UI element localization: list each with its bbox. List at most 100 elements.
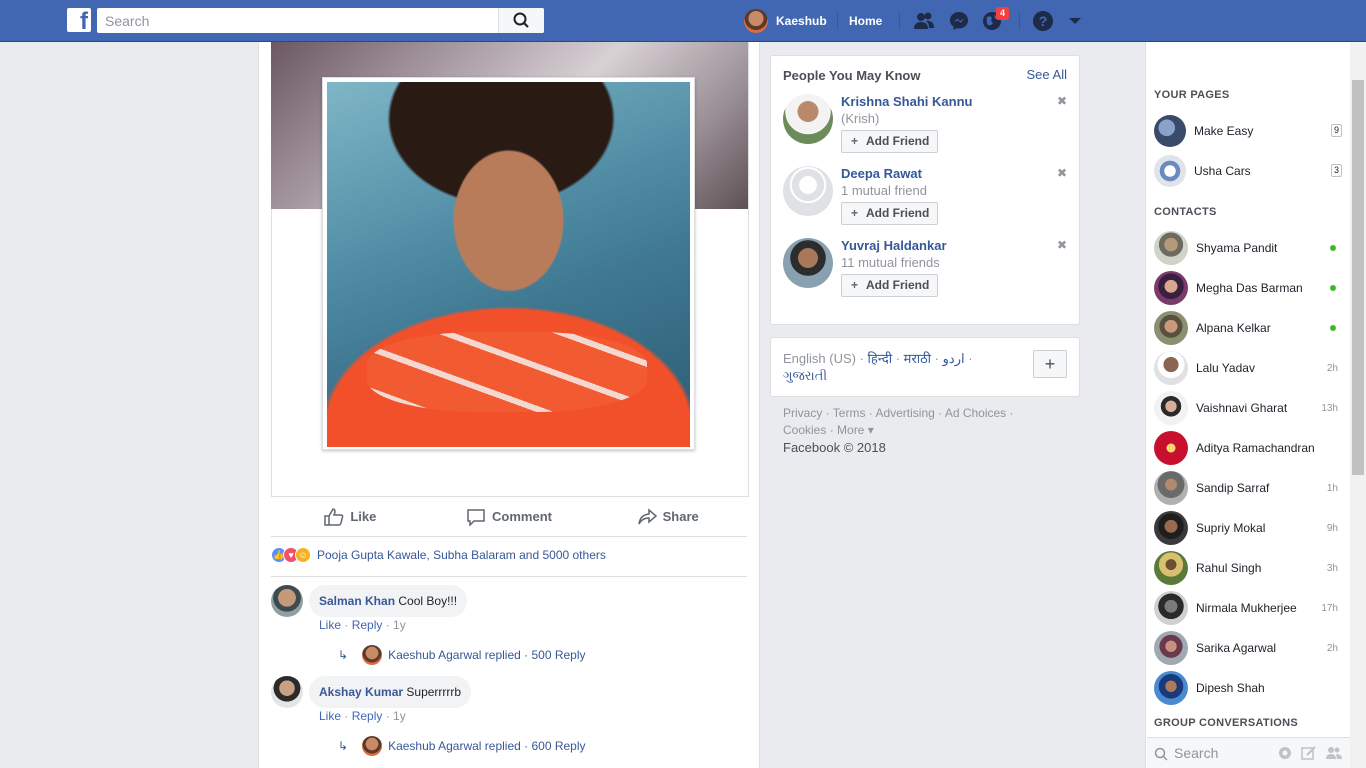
friend-requests-icon[interactable] xyxy=(913,10,935,32)
notification-badge: 4 xyxy=(996,7,1009,20)
contact-item[interactable]: Aditya Ramachandran xyxy=(1154,430,1342,466)
create-group-icon[interactable] xyxy=(1325,745,1343,761)
profile-link[interactable]: Kaeshub xyxy=(744,9,827,33)
your-pages-heading: YOUR PAGES xyxy=(1154,89,1230,101)
contact-name: Alpana Kelkar xyxy=(1196,321,1271,335)
comment-icon xyxy=(467,508,485,526)
add-friend-button[interactable]: Add Friend xyxy=(841,274,939,297)
help-icon[interactable]: ? xyxy=(1032,10,1054,32)
like-button[interactable]: Like xyxy=(271,507,430,526)
page-name: Make Easy xyxy=(1194,124,1254,138)
contact-item[interactable]: Dipesh Shah xyxy=(1154,670,1342,706)
contact-item[interactable]: Lalu Yadav 2h xyxy=(1154,350,1342,386)
language-list: English (US) · हिन्दी · मराठी · اردو · ગ… xyxy=(783,351,973,383)
account-menu-dropdown-icon[interactable] xyxy=(1064,10,1086,32)
avatar xyxy=(1154,671,1188,705)
new-message-icon[interactable] xyxy=(1301,745,1317,761)
comment-text: Cool Boy!!! xyxy=(398,594,458,608)
language-option-gujarati[interactable]: ગુજરાતી xyxy=(783,368,827,383)
avatar xyxy=(1154,631,1188,665)
comment-reply-link[interactable]: Reply xyxy=(352,709,383,723)
contact-item[interactable]: Nirmala Mukherjee 17h xyxy=(1154,590,1342,626)
contact-item[interactable]: Rahul Singh 3h xyxy=(1154,550,1342,586)
contact-item[interactable]: Supriy Mokal 9h xyxy=(1154,510,1342,546)
reactions-summary[interactable]: 👍 ♥ ☺ Pooja Gupta Kawale, Subha Balaram … xyxy=(271,547,606,563)
comment-like-link[interactable]: Like xyxy=(319,709,341,723)
chat-search-bar[interactable]: Search xyxy=(1147,737,1350,768)
friend-subtitle: 1 mutual friend xyxy=(841,183,927,198)
language-option-hindi[interactable]: हिन्दी xyxy=(868,351,893,366)
friend-name[interactable]: Deepa Rawat xyxy=(841,166,922,181)
search-icon xyxy=(513,12,529,28)
page-name: Usha Cars xyxy=(1194,164,1251,178)
profile-picture-frame[interactable] xyxy=(322,77,695,450)
page-item-make-easy[interactable]: Make Easy 9 xyxy=(1154,113,1342,149)
online-status-icon xyxy=(1330,245,1336,251)
contact-name: Sarika Agarwal xyxy=(1196,641,1277,655)
close-icon[interactable]: ✖ xyxy=(1057,94,1067,108)
friend-name[interactable]: Yuvraj Haldankar xyxy=(841,238,947,253)
page-scrollbar[interactable] xyxy=(1350,42,1366,768)
language-option-marathi[interactable]: मराठी xyxy=(904,351,931,366)
avatar xyxy=(1154,155,1186,187)
comment-button[interactable]: Comment xyxy=(430,508,589,526)
avatar[interactable] xyxy=(271,585,303,617)
contact-item[interactable]: Shyama Pandit xyxy=(1154,230,1342,266)
footer-links-row-2[interactable]: Cookies · More ▾ xyxy=(783,422,1063,439)
home-link[interactable]: Home xyxy=(849,14,882,28)
comment-author[interactable]: Salman Khan xyxy=(319,594,395,608)
avatar xyxy=(1154,551,1188,585)
search-icon xyxy=(1154,747,1168,761)
messenger-icon[interactable] xyxy=(948,10,970,32)
close-icon[interactable]: ✖ xyxy=(1057,238,1067,252)
page-count-badge: 9 xyxy=(1330,124,1342,137)
haha-reaction-icon: ☺ xyxy=(295,547,311,563)
comment-age: 1y xyxy=(393,618,406,632)
contact-item[interactable]: Sarika Agarwal 2h xyxy=(1154,630,1342,666)
last-active-time: 9h xyxy=(1326,522,1338,534)
page-item-usha-cars[interactable]: Usha Cars 3 xyxy=(1154,153,1342,189)
reply-summary: Kaeshub Agarwal replied · 500 Reply xyxy=(388,648,586,662)
more-languages-button[interactable]: + xyxy=(1033,350,1067,378)
copyright: Facebook © 2018 xyxy=(783,440,886,455)
comment-author[interactable]: Akshay Kumar xyxy=(319,685,403,699)
search-button[interactable] xyxy=(498,8,544,33)
view-replies-link[interactable]: ↳ Kaeshub Agarwal replied · 600 Reply xyxy=(338,736,586,756)
avatar[interactable] xyxy=(783,166,833,216)
comment: Salman Khan Cool Boy!!! xyxy=(271,585,468,617)
like-label: Like xyxy=(350,509,377,524)
facebook-logo-icon[interactable]: f xyxy=(67,8,91,32)
contact-name: Supriy Mokal xyxy=(1196,521,1266,535)
comment-text: Superrrrrb xyxy=(406,685,462,699)
close-icon[interactable]: ✖ xyxy=(1057,166,1067,180)
see-all-link[interactable]: See All xyxy=(1027,67,1067,82)
reply-arrow-icon: ↳ xyxy=(338,648,349,662)
comment-reply-link[interactable]: Reply xyxy=(352,618,383,632)
view-replies-link[interactable]: ↳ Kaeshub Agarwal replied · 500 Reply xyxy=(338,645,586,665)
search-input[interactable] xyxy=(97,8,497,33)
gear-icon[interactable] xyxy=(1277,745,1293,761)
share-button[interactable]: Share xyxy=(588,507,747,526)
avatar xyxy=(1154,271,1188,305)
pymk-title: People You May Know xyxy=(783,68,921,83)
contact-item[interactable]: Vaishnavi Gharat 13h xyxy=(1154,390,1342,426)
comment-age: 1y xyxy=(393,709,406,723)
comment-like-link[interactable]: Like xyxy=(319,618,341,632)
footer-links-row-1[interactable]: Privacy · Terms · Advertising · Ad Choic… xyxy=(783,405,1063,422)
language-option-urdu[interactable]: اردو xyxy=(943,351,965,366)
last-active-time: 1h xyxy=(1326,482,1338,494)
add-friend-button[interactable]: Add Friend xyxy=(841,202,939,225)
contact-item[interactable]: Sandip Sarraf 1h xyxy=(1154,470,1342,506)
contact-item[interactable]: Megha Das Barman xyxy=(1154,270,1342,306)
avatar[interactable] xyxy=(783,238,833,288)
friend-name[interactable]: Krishna Shahi Kannu xyxy=(841,94,972,109)
reactions-text: Pooja Gupta Kawale, Subha Balaram and 50… xyxy=(317,548,606,562)
avatar[interactable] xyxy=(783,94,833,144)
divider xyxy=(837,12,838,30)
avatar[interactable] xyxy=(271,676,303,708)
contact-item[interactable]: Alpana Kelkar xyxy=(1154,310,1342,346)
comment-bubble: Akshay Kumar Superrrrrb xyxy=(309,676,472,708)
footer-links: Privacy · Terms · Advertising · Ad Choic… xyxy=(783,405,1063,456)
scrollbar-thumb[interactable] xyxy=(1352,80,1364,475)
add-friend-button[interactable]: Add Friend xyxy=(841,130,939,153)
